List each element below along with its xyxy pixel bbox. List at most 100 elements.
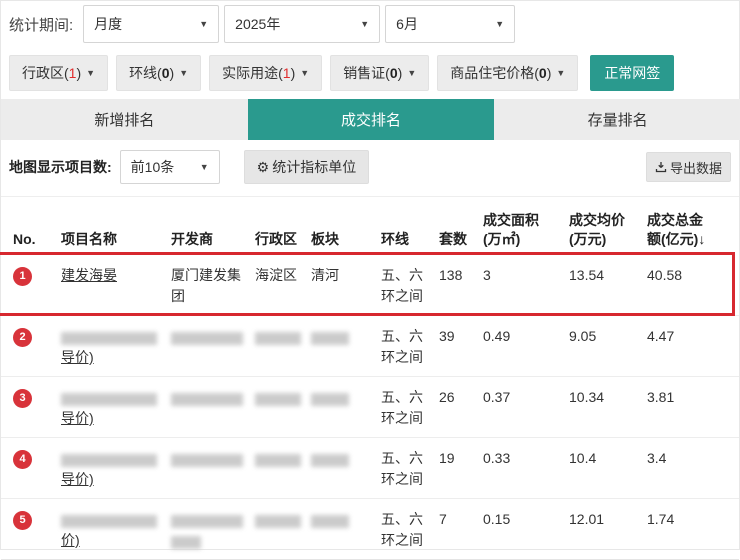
rank-cell: 4 xyxy=(13,448,61,469)
table-row-1: 1建发海晏厦门建发集团海淀区清河五、六环之间138313.5440.58 xyxy=(1,255,739,316)
period-type-select[interactable]: 月度 ▼ xyxy=(83,5,219,43)
table-header-row: No.项目名称开发商行政区板块环线套数成交面积(万㎡)成交均价(万元)成交总金额… xyxy=(1,197,739,255)
period-year-value: 2025年 xyxy=(235,14,280,34)
redacted-developer xyxy=(171,536,201,549)
table-body: 1建发海晏厦门建发集团海淀区清河五、六环之间138313.5440.582导价)… xyxy=(1,255,739,560)
rank-cell: 3 xyxy=(13,387,61,408)
filter-count: 0 xyxy=(162,65,170,81)
filter-count: 0 xyxy=(390,65,398,81)
avg-price-cell: 10.34 xyxy=(569,387,647,408)
header-cell-9: 成交均价(万元) xyxy=(569,211,647,249)
redacted-block xyxy=(311,393,349,406)
filter-count: 1 xyxy=(69,65,77,81)
units-cell: 26 xyxy=(439,387,483,408)
toolbar: 地图显示项目数: 前10条 ▼ ⚙ 统计指标单位 导出数据 xyxy=(1,140,739,186)
project-name-link[interactable]: 导价) xyxy=(61,410,94,426)
filter-label-close: ) xyxy=(76,65,81,81)
developer-cell xyxy=(171,509,255,551)
filter-label: 环线( xyxy=(129,63,162,83)
units-cell: 7 xyxy=(439,509,483,530)
filter-button-1[interactable]: 行政区(1) ▼ xyxy=(9,55,108,91)
chevron-down-icon: ▼ xyxy=(495,19,504,29)
district-cell xyxy=(255,509,311,530)
project-name-cell: 导价) xyxy=(61,326,171,368)
project-name-link[interactable]: 价) xyxy=(61,532,80,548)
chevron-down-icon: ▼ xyxy=(200,162,209,172)
rank-badge: 3 xyxy=(13,389,32,408)
period-month-select[interactable]: 6月 ▼ xyxy=(385,5,515,43)
map-count-select[interactable]: 前10条 ▼ xyxy=(120,150,220,184)
redacted-project-name xyxy=(61,393,157,406)
rank-cell: 2 xyxy=(13,326,61,347)
header-cell-10[interactable]: 成交总金额(亿元)↓ xyxy=(647,211,739,249)
tab-3[interactable]: 存量排名 xyxy=(494,99,740,140)
table-row-2: 2导价)五、六环之间390.499.054.47 xyxy=(1,316,739,377)
table-row-4: 4导价)五、六环之间190.3310.43.4 xyxy=(1,438,739,499)
chevron-down-icon: ▼ xyxy=(86,68,95,78)
redacted-block xyxy=(311,332,349,345)
district-cell xyxy=(255,448,311,469)
redacted-project-name xyxy=(61,332,157,345)
sort-desc-icon: ↓ xyxy=(698,231,705,247)
filter-label-close: ) xyxy=(398,65,403,81)
filter-label-close: ) xyxy=(170,65,175,81)
project-name-cell: 导价) xyxy=(61,448,171,490)
tab-2[interactable]: 成交排名 xyxy=(248,99,495,140)
header-cell-3: 开发商 xyxy=(171,230,255,249)
total-amount-cell: 4.47 xyxy=(647,326,739,347)
filter-label-close: ) xyxy=(291,65,296,81)
filter-button-4[interactable]: 销售证(0)▼ xyxy=(330,55,429,91)
ring-cell: 五、六环之间 xyxy=(381,387,439,429)
table-row-3: 3导价)五、六环之间260.3710.343.81 xyxy=(1,377,739,438)
rank-cell: 5 xyxy=(13,509,61,530)
filter-button-5[interactable]: 商品住宅价格(0)▼ xyxy=(437,55,578,91)
filter-label-close: ) xyxy=(547,65,552,81)
block-cell: 清河 xyxy=(311,265,381,286)
normal-sign-button[interactable]: 正常网签 xyxy=(590,55,674,91)
redacted-district xyxy=(255,515,301,528)
units-cell: 138 xyxy=(439,265,483,286)
filter-label: 商品住宅价格( xyxy=(450,63,539,83)
unit-settings-button[interactable]: ⚙ 统计指标单位 xyxy=(244,150,370,184)
filter-button-3[interactable]: 实际用途(1)▼ xyxy=(209,55,322,91)
avg-price-cell: 12.01 xyxy=(569,509,647,530)
chevron-down-icon: ▼ xyxy=(300,68,309,78)
rank-badge: 4 xyxy=(13,450,32,469)
redacted-district xyxy=(255,454,301,467)
redacted-developer xyxy=(171,393,243,406)
district-cell xyxy=(255,326,311,347)
table-row-5: 5价)五、六环之间70.1512.011.74 xyxy=(1,499,739,560)
project-name-link[interactable]: 建发海晏 xyxy=(61,267,117,283)
block-cell xyxy=(311,448,381,469)
district-cell xyxy=(255,387,311,408)
project-name-link[interactable]: 导价) xyxy=(61,471,94,487)
filter-label: 行政区( xyxy=(22,63,69,83)
rank-cell: 1 xyxy=(13,265,61,286)
redacted-district xyxy=(255,332,301,345)
export-data-button[interactable]: 导出数据 xyxy=(646,152,731,182)
redacted-developer xyxy=(171,454,243,467)
header-cell-6: 环线 xyxy=(381,230,439,249)
unit-settings-label: 统计指标单位 xyxy=(272,157,356,177)
download-icon xyxy=(655,161,667,173)
period-month-value: 6月 xyxy=(396,14,418,34)
gear-icon: ⚙ xyxy=(257,159,270,176)
avg-price-cell: 13.54 xyxy=(569,265,647,286)
district-cell: 海淀区 xyxy=(255,265,311,286)
header-cell-4: 行政区 xyxy=(255,230,311,249)
tab-1[interactable]: 新增排名 xyxy=(1,99,248,140)
redacted-block xyxy=(311,454,349,467)
period-year-select[interactable]: 2025年 ▼ xyxy=(224,5,380,43)
redacted-developer xyxy=(171,515,243,528)
redacted-project-name xyxy=(61,515,157,528)
filter-label: 实际用途( xyxy=(222,63,283,83)
header-cell-7: 套数 xyxy=(439,230,483,249)
ring-cell: 五、六环之间 xyxy=(381,448,439,490)
avg-price-cell: 10.4 xyxy=(569,448,647,469)
area-cell: 0.33 xyxy=(483,448,569,469)
redacted-project-name xyxy=(61,454,157,467)
project-name-link[interactable]: 导价) xyxy=(61,349,94,365)
block-cell xyxy=(311,509,381,530)
area-cell: 0.15 xyxy=(483,509,569,530)
filter-button-2[interactable]: 环线(0)▼ xyxy=(116,55,201,91)
